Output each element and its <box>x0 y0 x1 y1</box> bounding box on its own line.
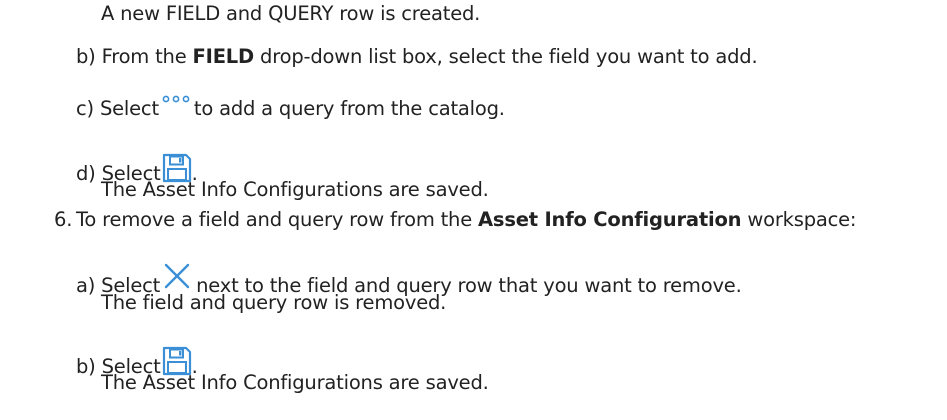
field-term: FIELD <box>192 45 255 68</box>
workspace-name: Asset Info Configuration <box>478 208 742 231</box>
substep-marker: d) <box>76 162 96 185</box>
instruction-text: To remove a field and query row from the <box>76 208 473 231</box>
instruction-text: workspace: <box>747 208 857 231</box>
substep-marker: b) <box>76 45 96 68</box>
substep-marker: c) <box>76 97 94 120</box>
instruction-text: drop-down list box, select the field you… <box>260 45 758 68</box>
substep-c-add-query: c) Select to add a query from the catalo… <box>76 95 505 121</box>
instruction-text: to add a query from the catalog. <box>193 97 505 120</box>
step-result-text: The field and query row is removed. <box>101 291 447 314</box>
step-result-text: The Asset Info Configurations are saved. <box>101 371 489 394</box>
ellipsis-icon <box>162 95 190 103</box>
substep-b-select-field: b) From the FIELD drop-down list box, se… <box>76 45 758 69</box>
substep-marker: b) <box>76 355 96 378</box>
substep-marker: a) <box>76 274 96 297</box>
document-page: { "intro_result": "A new FIELD and QUERY… <box>0 0 947 420</box>
instruction-text: From the <box>101 45 187 68</box>
step-result-text: A new FIELD and QUERY row is created. <box>101 2 481 25</box>
close-icon <box>164 263 190 289</box>
step-result-text: The Asset Info Configurations are saved. <box>101 178 489 201</box>
instruction-text: Select <box>99 97 159 120</box>
step-number: 6. <box>54 208 73 231</box>
